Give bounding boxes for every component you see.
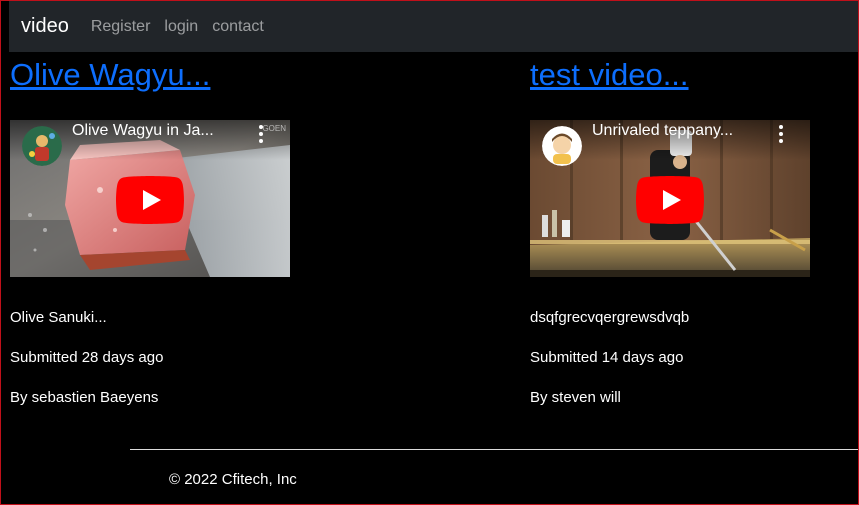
- more-options-icon[interactable]: [258, 125, 264, 143]
- video-description: Olive Sanuki...: [10, 309, 107, 326]
- footer-divider: [130, 449, 858, 450]
- browser-frame: video Register login contact Olive Wagyu…: [0, 0, 859, 505]
- embed-video-title[interactable]: Olive Wagyu in Ja...: [72, 122, 214, 140]
- video-author: By steven will: [530, 389, 621, 406]
- more-options-icon[interactable]: [778, 125, 784, 143]
- play-button-icon[interactable]: [636, 176, 704, 224]
- video-title-link[interactable]: test video...: [530, 56, 830, 94]
- video-embed[interactable]: Unrivaled teppany...: [530, 120, 810, 277]
- channel-avatar-icon[interactable]: [542, 126, 582, 166]
- navbar: video Register login contact: [9, 1, 858, 52]
- video-description: dsqfgrecvqergrewsdvqb: [530, 309, 690, 326]
- video-submitted: Submitted 14 days ago: [530, 349, 684, 366]
- video-card-2: test video... Unrivaled teppany... dsqfg…: [530, 56, 830, 406]
- play-button-icon[interactable]: [116, 176, 184, 224]
- embed-video-title[interactable]: Unrivaled teppany...: [592, 122, 733, 140]
- video-embed[interactable]: Olive Wagyu in Ja... GOEN: [10, 120, 290, 277]
- nav-link-contact[interactable]: contact: [212, 18, 264, 36]
- video-author: By sebastien Baeyens: [10, 389, 159, 406]
- embed-corner-text: GOEN: [262, 124, 286, 133]
- nav-link-login[interactable]: login: [164, 18, 198, 36]
- nav-link-register[interactable]: Register: [91, 18, 151, 36]
- navbar-brand[interactable]: video: [21, 15, 69, 38]
- video-card-1: Olive Wagyu... Olive Wagyu in Ja... GOEN…: [10, 56, 310, 406]
- video-submitted: Submitted 28 days ago: [10, 349, 164, 366]
- video-title-link[interactable]: Olive Wagyu...: [10, 56, 310, 94]
- channel-avatar-icon[interactable]: [22, 126, 62, 166]
- footer-copyright: © 2022 Cfitech, Inc: [169, 471, 297, 488]
